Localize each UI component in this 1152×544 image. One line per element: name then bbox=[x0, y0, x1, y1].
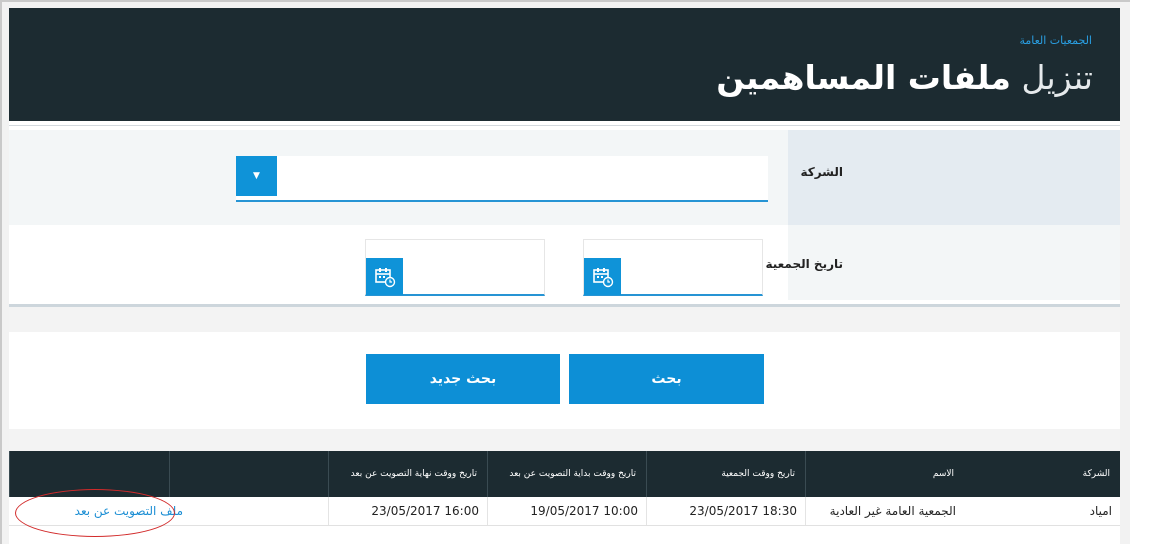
column-header-voting-start: تاريخ ووقت بداية التصويت عن بعد bbox=[487, 451, 646, 497]
breadcrumb[interactable]: الجمعيات العامة bbox=[1019, 34, 1092, 47]
calendar-clock-icon[interactable] bbox=[584, 258, 621, 295]
page-title: تنزيل ملفات المساهمين bbox=[716, 58, 1093, 97]
remote-voting-file-link[interactable]: ملف التصويت عن بعد bbox=[9, 497, 328, 525]
cell-name: الجمعية العامة غير العادية bbox=[805, 497, 964, 525]
page-title-light: تنزيل bbox=[1021, 58, 1093, 97]
search-button[interactable]: بحث bbox=[569, 354, 764, 404]
cell-company: امياد bbox=[1089, 504, 1112, 518]
date-from-field[interactable] bbox=[583, 239, 763, 296]
page: الجمعيات العامة تنزيل ملفات المساهمين ال… bbox=[9, 8, 1120, 544]
cell-voting-end: 16:00 23/05/2017 bbox=[328, 497, 487, 525]
column-header-voting-end: تاريخ ووقت نهاية التصويت عن بعد bbox=[328, 451, 487, 497]
column-header-empty bbox=[169, 451, 328, 497]
table-header: الشركة الاسم تاريخ ووقت الجمعية تاريخ وو… bbox=[9, 451, 1120, 497]
calendar-clock-icon[interactable] bbox=[366, 258, 403, 295]
column-header-meeting-datetime: تاريخ ووقت الجمعية bbox=[646, 451, 805, 497]
column-header-name: الاسم bbox=[805, 451, 964, 497]
spacer bbox=[9, 429, 1120, 451]
divider bbox=[9, 125, 1120, 126]
cell-meeting-datetime: 18:30 23/05/2017 bbox=[646, 497, 805, 525]
page-header: الجمعيات العامة تنزيل ملفات المساهمين bbox=[9, 8, 1120, 121]
cell-voting-start: 10:00 19/05/2017 bbox=[487, 497, 646, 525]
caret-down-icon[interactable]: ▼ bbox=[236, 156, 277, 196]
spacer bbox=[9, 307, 1120, 332]
company-select[interactable]: ▼ bbox=[236, 156, 768, 202]
company-label: الشركة bbox=[800, 165, 843, 179]
column-header-company: الشركة bbox=[1082, 469, 1110, 479]
new-search-button[interactable]: بحث جديد bbox=[366, 354, 560, 404]
table-row: امياد الجمعية العامة غير العادية 18:30 2… bbox=[9, 497, 1120, 526]
column-header-action bbox=[9, 451, 169, 497]
page-title-bold: ملفات المساهمين bbox=[716, 58, 1011, 97]
date-to-field[interactable] bbox=[365, 239, 545, 296]
date-label: تاريخ الجمعية bbox=[765, 257, 843, 271]
